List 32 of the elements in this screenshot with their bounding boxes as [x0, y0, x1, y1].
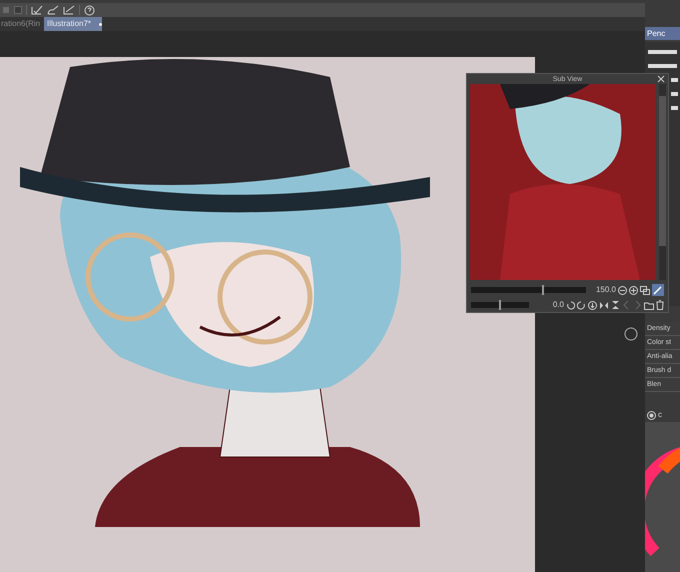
close-icon[interactable]: [657, 75, 665, 83]
brush-stroke-preview[interactable]: [671, 92, 678, 96]
brush-stroke-preview[interactable]: [648, 64, 677, 68]
document-tab[interactable]: Illustration7*: [44, 17, 102, 31]
zoom-out-icon[interactable]: [618, 286, 627, 294]
eyedropper-icon[interactable]: [652, 284, 664, 296]
scrollbar[interactable]: [659, 84, 666, 280]
rotate-right-icon[interactable]: [577, 300, 586, 310]
rotation-value: 0.0: [552, 299, 564, 311]
zoom-value: 150.0: [596, 284, 616, 296]
rotate-left-icon[interactable]: [566, 300, 575, 310]
curve-pen-icon[interactable]: [47, 5, 59, 15]
zoom-slider[interactable]: [471, 287, 586, 293]
zoom-in-icon[interactable]: [629, 286, 638, 294]
help-icon[interactable]: [84, 4, 95, 16]
corner-pen-icon[interactable]: [63, 5, 75, 15]
flip-vertical-icon[interactable]: [611, 300, 620, 310]
brush-stroke-preview[interactable]: [648, 50, 677, 54]
folder-icon[interactable]: [644, 300, 654, 310]
document-tab[interactable]: ration6(Rin: [0, 17, 44, 31]
brush-stroke-preview[interactable]: [671, 106, 678, 110]
check-pen-icon[interactable]: [31, 5, 43, 15]
fit-icon[interactable]: [640, 286, 650, 294]
brush-cursor-icon: [624, 327, 638, 341]
tool-item[interactable]: Penc: [645, 27, 680, 40]
rotate-slider[interactable]: [471, 302, 529, 308]
reset-icon[interactable]: [588, 300, 597, 310]
flip-horizontal-icon[interactable]: [599, 300, 609, 310]
trash-icon[interactable]: [656, 300, 664, 310]
slider-thumb[interactable]: [542, 285, 544, 295]
panel-tab[interactable]: c: [658, 409, 662, 421]
brush-stroke-preview[interactable]: [671, 78, 678, 82]
